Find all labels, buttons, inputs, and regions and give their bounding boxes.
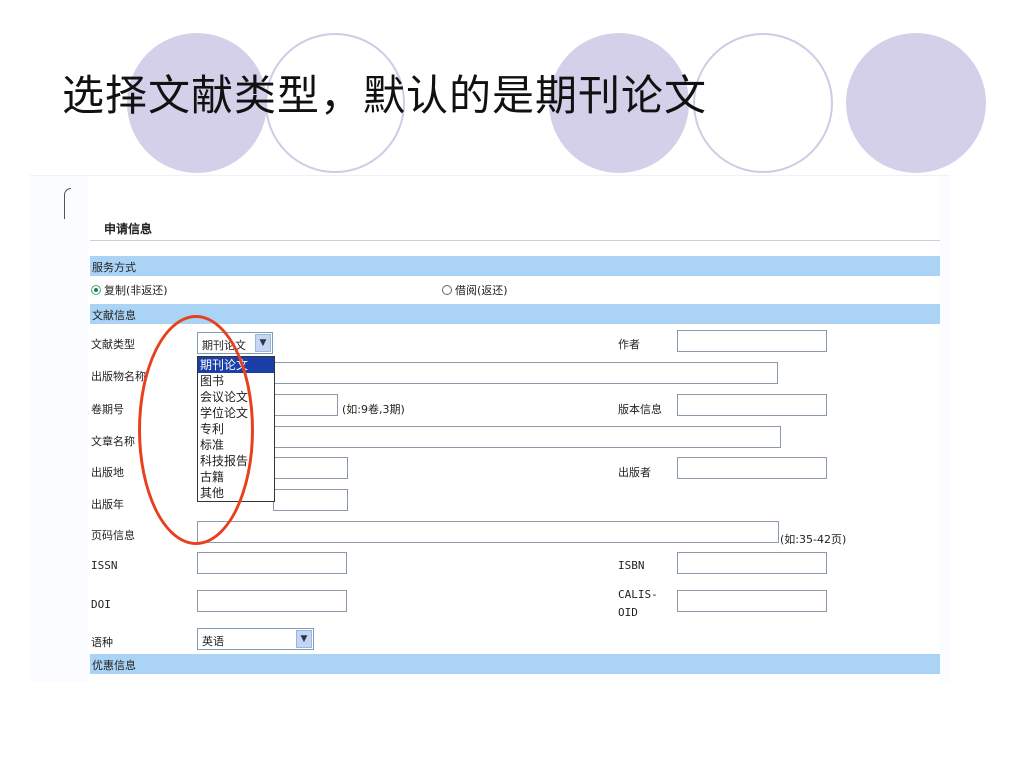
pages-label: 页码信息	[91, 529, 135, 542]
doc-info-band: 文献信息	[90, 304, 940, 324]
radio-copy-label: 复制(非返还)	[104, 284, 168, 297]
lang-label: 语种	[91, 636, 113, 649]
section-divider	[90, 240, 940, 241]
service-band-label: 服务方式	[92, 261, 136, 274]
pages-input[interactable]	[197, 521, 779, 543]
calis-label-line2: OID	[618, 606, 638, 619]
article-input[interactable]	[273, 426, 781, 448]
calis-oid-label: CALIS- OID	[618, 586, 658, 622]
service-band: 服务方式	[90, 256, 940, 276]
volume-label: 卷期号	[91, 403, 124, 416]
publication-label: 出版物名称	[91, 370, 146, 383]
pages-hint: (如:35-42页)	[780, 533, 847, 546]
volume-hint: (如:9卷,3期)	[342, 403, 405, 416]
lang-select[interactable]: 英语 ▼	[197, 628, 314, 650]
place-input[interactable]	[273, 457, 348, 479]
discount-band-label: 优惠信息	[92, 659, 136, 672]
chevron-down-icon: ▼	[255, 334, 271, 352]
author-label: 作者	[618, 338, 640, 351]
lang-value: 英语	[202, 635, 224, 648]
discount-band: 优惠信息	[90, 654, 940, 674]
article-label: 文章名称	[91, 435, 135, 448]
year-label: 出版年	[91, 498, 124, 511]
calis-oid-input[interactable]	[677, 590, 827, 612]
place-label: 出版地	[91, 466, 124, 479]
calis-label-line1: CALIS-	[618, 588, 658, 601]
author-input[interactable]	[677, 330, 827, 352]
radio-loan-label: 借阅(返还)	[455, 284, 508, 297]
isbn-label: ISBN	[618, 559, 645, 572]
radio-loan[interactable]: 借阅(返还)	[442, 282, 508, 298]
doi-label: DOI	[91, 598, 111, 611]
edition-input[interactable]	[677, 394, 827, 416]
edition-label: 版本信息	[618, 403, 662, 416]
publication-input[interactable]	[273, 362, 778, 384]
publisher-label: 出版者	[618, 466, 651, 479]
doc-info-band-label: 文献信息	[92, 309, 136, 322]
publisher-input[interactable]	[677, 457, 827, 479]
doc-type-label: 文献类型	[91, 338, 135, 351]
issn-input[interactable]	[197, 552, 347, 574]
highlight-ellipse	[138, 315, 254, 545]
decor-circle-filled-3	[846, 33, 986, 173]
decor-circle-ring-2	[693, 33, 833, 173]
radio-checked-icon	[91, 285, 101, 295]
volume-input[interactable]	[273, 394, 338, 416]
radio-unchecked-icon	[442, 285, 452, 295]
isbn-input[interactable]	[677, 552, 827, 574]
section-title: 申请信息	[104, 222, 153, 236]
chevron-down-icon: ▼	[296, 630, 312, 648]
slide-title: 选择文献类型，默认的是期刊论文	[62, 71, 708, 120]
year-input[interactable]	[273, 489, 348, 511]
doi-input[interactable]	[197, 590, 347, 612]
issn-label: ISSN	[91, 559, 118, 572]
window-bracket-left	[64, 188, 71, 219]
radio-copy[interactable]: 复制(非返还)	[91, 282, 168, 298]
